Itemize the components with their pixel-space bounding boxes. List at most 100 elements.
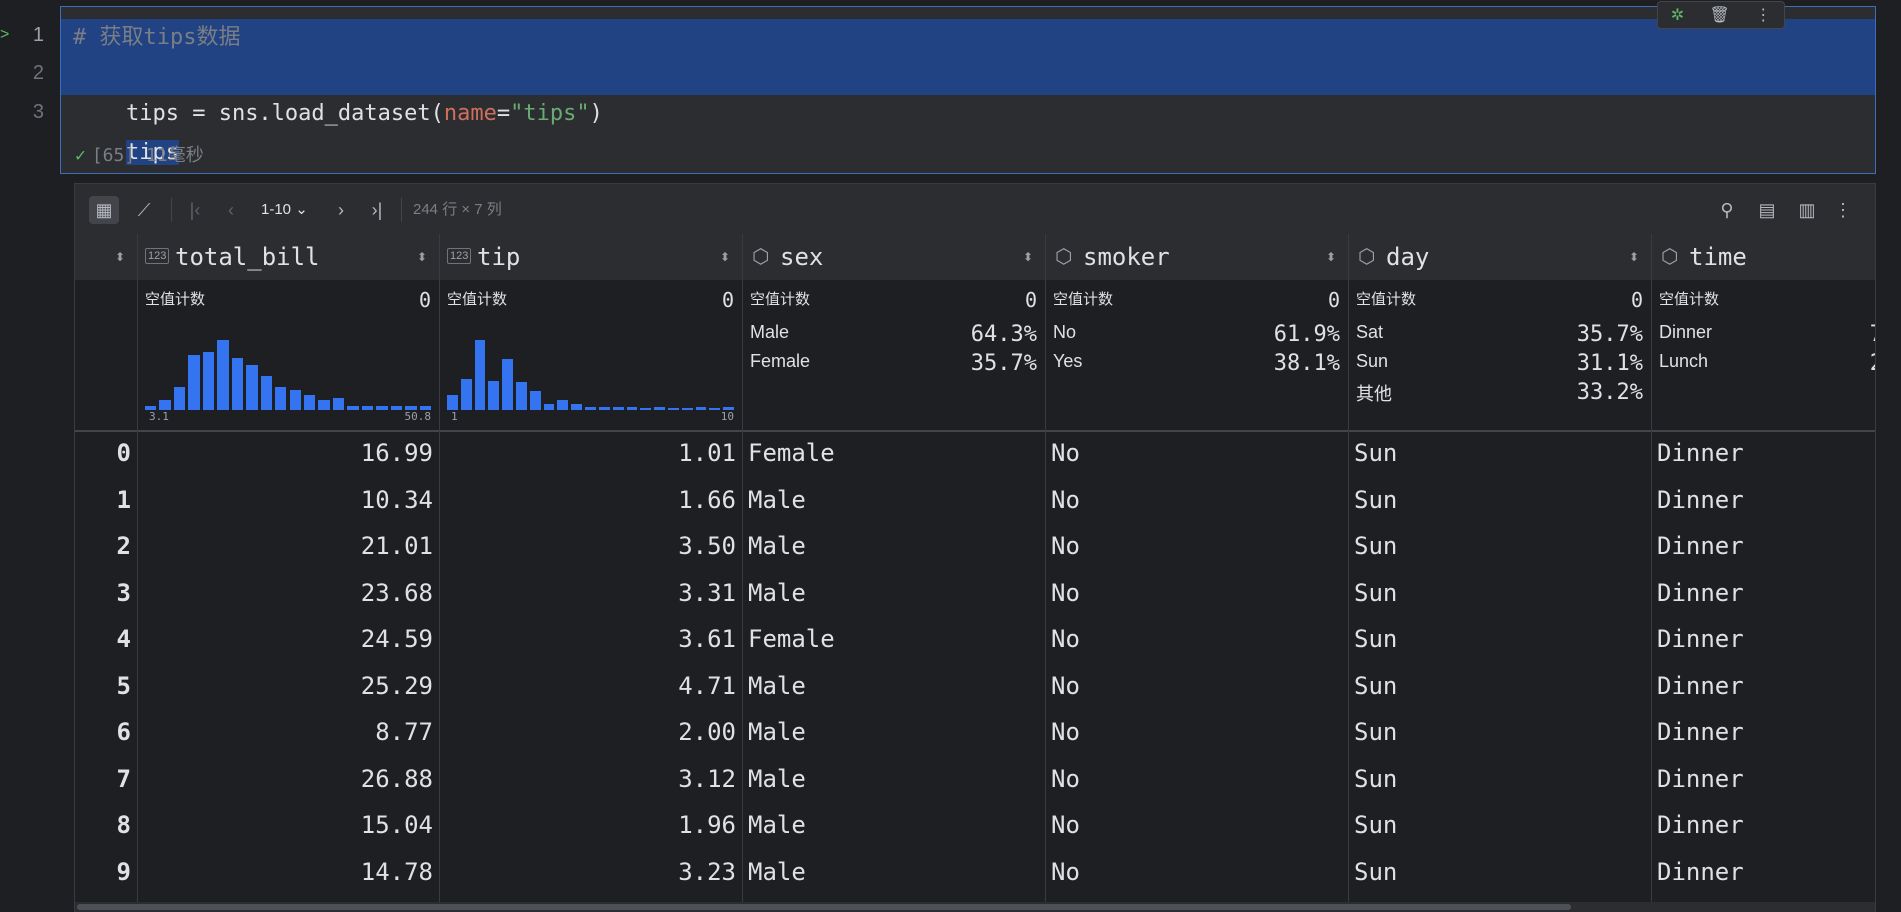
table-cell[interactable]: Dinner xyxy=(1651,430,1875,477)
table-cell[interactable]: Dinner xyxy=(1651,477,1875,524)
table-cell[interactable]: No xyxy=(1045,709,1342,756)
code-line-3[interactable]: tips xyxy=(73,96,179,165)
table-cell[interactable]: Dinner xyxy=(1651,849,1875,896)
table-cell[interactable]: 21.01 xyxy=(137,523,433,570)
code-cell[interactable]: # 获取tips数据 tips = sns.load_dataset(name=… xyxy=(60,1,1876,174)
table-cell[interactable]: Male xyxy=(742,663,1039,710)
page-range-select[interactable]: 1-10 ⌄ xyxy=(261,196,308,224)
table-cell[interactable]: Male xyxy=(742,570,1039,617)
table-cell[interactable]: No xyxy=(1045,802,1342,849)
table-cell[interactable]: Dinner xyxy=(1651,709,1875,756)
next-page-icon[interactable]: › xyxy=(329,196,353,224)
first-page-icon[interactable]: |‹ xyxy=(183,196,207,224)
table-cell[interactable]: 4.71 xyxy=(439,663,736,710)
table-row[interactable]: 9 14.78 3.23 Male No Sun Dinner xyxy=(75,849,1875,896)
table-cell[interactable]: Dinner xyxy=(1651,523,1875,570)
table-cell[interactable]: 3.61 xyxy=(439,616,736,663)
table-cell[interactable]: 14.78 xyxy=(137,849,433,896)
table-cell[interactable]: Male xyxy=(742,802,1039,849)
sort-icon[interactable]: ⬍ xyxy=(1629,234,1639,280)
chart-view-icon[interactable]: ⟋ xyxy=(129,196,159,224)
table-cell[interactable]: No xyxy=(1045,663,1342,710)
bug-icon[interactable]: ✲ xyxy=(1671,5,1684,25)
table-cell[interactable]: Sun xyxy=(1348,802,1645,849)
table-cell[interactable]: No xyxy=(1045,849,1342,896)
column-header-sex[interactable]: ⬡ sex ⬍ xyxy=(742,234,1045,280)
table-row[interactable]: 3 23.68 3.31 Male No Sun Dinner xyxy=(75,570,1875,617)
table-cell[interactable]: Sun xyxy=(1348,430,1645,477)
table-cell[interactable]: 1.66 xyxy=(439,477,736,524)
table-row[interactable]: 0 16.99 1.01 Female No Sun Dinner xyxy=(75,430,1875,477)
table-cell[interactable]: Male xyxy=(742,756,1039,803)
table-cell[interactable]: 10.34 xyxy=(137,477,433,524)
table-cell[interactable]: Dinner xyxy=(1651,663,1875,710)
horizontal-scrollbar[interactable] xyxy=(75,902,1875,912)
prev-page-icon[interactable]: ‹ xyxy=(219,196,243,224)
table-row[interactable]: 8 15.04 1.96 Male No Sun Dinner xyxy=(75,802,1875,849)
table-row[interactable]: 5 25.29 4.71 Male No Sun Dinner xyxy=(75,663,1875,710)
table-cell[interactable]: 25.29 xyxy=(137,663,433,710)
table-cell[interactable]: No xyxy=(1045,523,1342,570)
column-header-total-bill[interactable]: 123 total_bill ⬍ xyxy=(137,234,439,280)
table-cell[interactable]: Male xyxy=(742,849,1039,896)
table-cell[interactable]: Sun xyxy=(1348,849,1645,896)
scrollbar-thumb[interactable] xyxy=(77,904,1571,910)
sort-icon[interactable]: ⬍ xyxy=(417,234,427,280)
table-view-icon[interactable]: ▦ xyxy=(89,196,119,224)
sort-icon[interactable]: ⬍ xyxy=(1023,234,1033,280)
table-cell[interactable]: 26.88 xyxy=(137,756,433,803)
sort-icon[interactable]: ⬍ xyxy=(1326,234,1336,280)
table-cell[interactable]: 2.00 xyxy=(439,709,736,756)
table-row[interactable]: 6 8.77 2.00 Male No Sun Dinner xyxy=(75,709,1875,756)
table-row[interactable]: 4 24.59 3.61 Female No Sun Dinner xyxy=(75,616,1875,663)
index-header[interactable]: ⬍ xyxy=(75,234,137,280)
table-cell[interactable]: Sun xyxy=(1348,523,1645,570)
table-cell[interactable]: Sun xyxy=(1348,616,1645,663)
table-cell[interactable]: No xyxy=(1045,477,1342,524)
table-row[interactable]: 7 26.88 3.12 Male No Sun Dinner xyxy=(75,756,1875,803)
table-cell[interactable]: Sun xyxy=(1348,477,1645,524)
table-cell[interactable]: No xyxy=(1045,430,1342,477)
column-header-time[interactable]: ⬡ time xyxy=(1651,234,1875,280)
table-cell[interactable]: Sun xyxy=(1348,756,1645,803)
table-cell[interactable]: Sun xyxy=(1348,663,1645,710)
run-marker-icon[interactable]: > xyxy=(0,26,9,44)
table-cell[interactable]: No xyxy=(1045,616,1342,663)
table-cell[interactable]: 8.77 xyxy=(137,709,433,756)
table-row[interactable]: 1 10.34 1.66 Male No Sun Dinner xyxy=(75,477,1875,524)
table-cell[interactable]: Dinner xyxy=(1651,570,1875,617)
table-cell[interactable]: Female xyxy=(742,616,1039,663)
table-cell[interactable]: 3.12 xyxy=(439,756,736,803)
column-header-tip[interactable]: 123 tip ⬍ xyxy=(439,234,742,280)
more-icon[interactable]: ⋮ xyxy=(1755,5,1771,25)
table-cell[interactable]: 15.04 xyxy=(137,802,433,849)
table-cell[interactable]: No xyxy=(1045,756,1342,803)
table-cell[interactable]: 3.23 xyxy=(439,849,736,896)
table-cell[interactable]: Sun xyxy=(1348,709,1645,756)
table-cell[interactable]: Dinner xyxy=(1651,802,1875,849)
table-cell[interactable]: No xyxy=(1045,570,1342,617)
table-cell[interactable]: Dinner xyxy=(1651,616,1875,663)
table-row[interactable]: 2 21.01 3.50 Male No Sun Dinner xyxy=(75,523,1875,570)
table-cell[interactable]: Male xyxy=(742,709,1039,756)
last-page-icon[interactable]: ›| xyxy=(365,196,389,224)
table-cell[interactable]: 1.96 xyxy=(439,802,736,849)
table-cell[interactable]: 3.50 xyxy=(439,523,736,570)
table-cell[interactable]: Female xyxy=(742,430,1039,477)
table-cell[interactable]: Sun xyxy=(1348,570,1645,617)
more-icon[interactable]: ⋮ xyxy=(1831,196,1855,224)
table-cell[interactable]: 3.31 xyxy=(439,570,736,617)
code-line-2[interactable]: tips = sns.load_dataset(name="tips") xyxy=(73,57,603,126)
sort-icon[interactable]: ⬍ xyxy=(720,234,730,280)
table-cell[interactable]: Dinner xyxy=(1651,756,1875,803)
table-cell[interactable]: 1.01 xyxy=(439,430,736,477)
table-cell[interactable]: 24.59 xyxy=(137,616,433,663)
column-settings-icon[interactable]: ▤ xyxy=(1753,196,1781,224)
trash-icon[interactable]: 🗑 xyxy=(1710,5,1730,25)
chart-builder-icon[interactable]: ▥ xyxy=(1793,196,1821,224)
column-header-day[interactable]: ⬡ day ⬍ xyxy=(1348,234,1651,280)
table-cell[interactable]: Male xyxy=(742,523,1039,570)
code-line-1[interactable]: # 获取tips数据 xyxy=(73,19,240,57)
table-cell[interactable]: 16.99 xyxy=(137,430,433,477)
table-cell[interactable]: Male xyxy=(742,477,1039,524)
